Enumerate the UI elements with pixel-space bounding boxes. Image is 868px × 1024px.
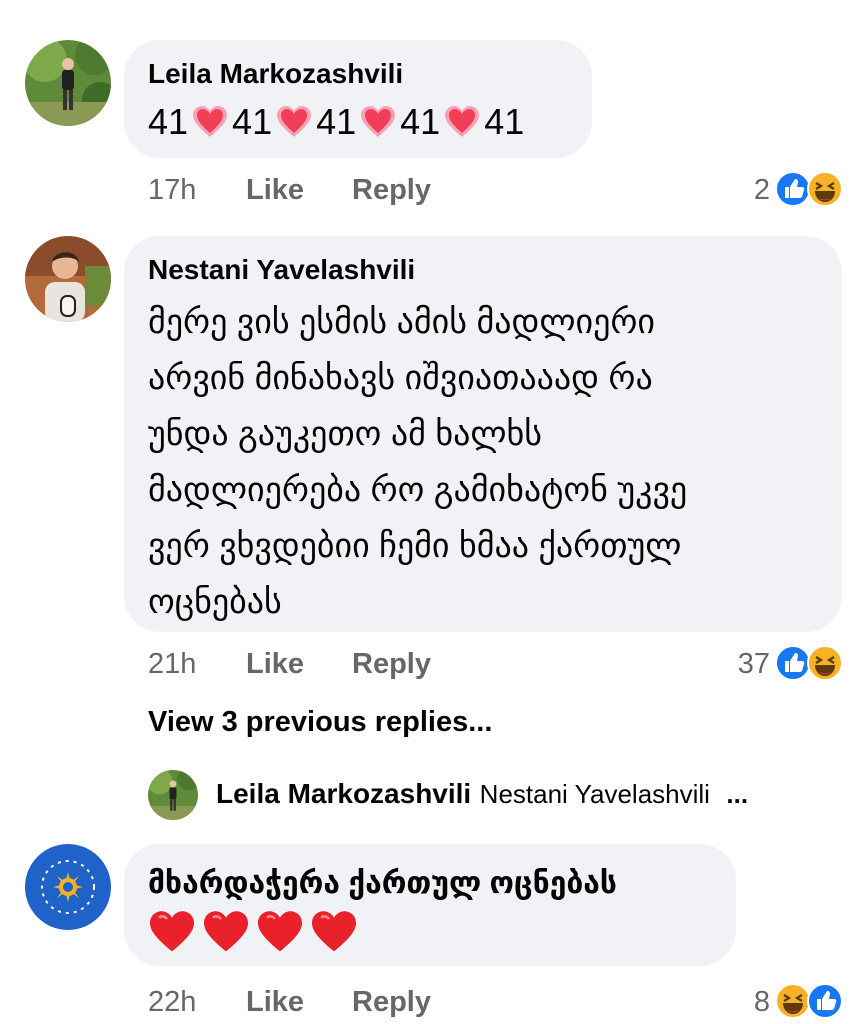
like-icon bbox=[775, 171, 811, 207]
reply-button[interactable]: Reply bbox=[352, 648, 431, 681]
comment-text: 41 41 41 41 41 bbox=[148, 94, 524, 150]
like-icon bbox=[807, 983, 843, 1019]
reply-ellipsis: ... bbox=[726, 779, 749, 809]
comment-text: მხარდაჭერა ქართულ ოცნებას bbox=[148, 867, 617, 900]
reply-author[interactable]: Leila Markozashvili bbox=[216, 778, 471, 809]
comment-author[interactable]: Nestani Yavelashvili bbox=[148, 254, 415, 286]
reactions-count[interactable]: 8 bbox=[730, 986, 770, 1019]
text-segment: 41 bbox=[148, 101, 189, 142]
reply-preview[interactable]: Leila Markozashvili Nestani Yavelashvili… bbox=[216, 778, 748, 810]
avatar-georgian-dream[interactable] bbox=[25, 844, 111, 930]
heart-icon bbox=[204, 911, 248, 952]
avatar-leila-small[interactable] bbox=[148, 770, 198, 820]
like-icon bbox=[775, 645, 811, 681]
reply-mention[interactable]: Nestani Yavelashvili bbox=[480, 779, 710, 809]
avatar-leila[interactable] bbox=[25, 40, 111, 126]
reply-button[interactable]: Reply bbox=[352, 986, 431, 1019]
comment-line: უნდა გაუკეთო ამ ხალხს bbox=[148, 415, 543, 453]
heart-emojis bbox=[148, 910, 358, 959]
comment-author[interactable]: Leila Markozashvili bbox=[148, 58, 403, 90]
avatar-nestani-photo bbox=[25, 236, 111, 322]
reply-button[interactable]: Reply bbox=[352, 174, 431, 207]
heart-icon bbox=[445, 106, 480, 137]
text-segment: 41 bbox=[400, 101, 441, 142]
heart-icon bbox=[258, 911, 302, 952]
like-button[interactable]: Like bbox=[246, 986, 304, 1019]
comment-line: არვინ მინახავს იშვიათააად რა bbox=[148, 359, 653, 397]
view-previous-replies-link[interactable]: View 3 previous replies... bbox=[148, 706, 492, 739]
comment-time[interactable]: 17h bbox=[148, 174, 196, 207]
comment-time[interactable]: 22h bbox=[148, 986, 196, 1019]
reactions-icons[interactable] bbox=[774, 644, 846, 682]
reactions-icons[interactable] bbox=[774, 982, 846, 1020]
heart-icon bbox=[277, 106, 312, 137]
text-segment: 41 bbox=[484, 101, 525, 142]
reactions-count[interactable]: 2 bbox=[720, 174, 770, 207]
avatar-leila-small-photo bbox=[148, 770, 198, 820]
comment-time[interactable]: 21h bbox=[148, 648, 196, 681]
heart-icon bbox=[361, 106, 396, 137]
comment-line: მადლიერება რო გამიხატონ უკვე bbox=[148, 471, 688, 509]
avatar-leila-photo bbox=[25, 40, 111, 126]
comment-line: ოცნებას bbox=[148, 583, 282, 621]
text-segment: 41 bbox=[316, 101, 357, 142]
haha-icon bbox=[775, 983, 811, 1019]
haha-icon bbox=[807, 171, 843, 207]
text-segment: 41 bbox=[232, 101, 273, 142]
haha-icon bbox=[807, 645, 843, 681]
like-button[interactable]: Like bbox=[246, 648, 304, 681]
comment-line: მერე ვის ესმის ამის მადლიერი bbox=[148, 303, 656, 341]
georgian-dream-logo-icon bbox=[25, 844, 111, 930]
heart-icon bbox=[193, 106, 228, 137]
reactions-icons[interactable] bbox=[774, 170, 846, 208]
reactions-count[interactable]: 37 bbox=[710, 648, 770, 681]
like-button[interactable]: Like bbox=[246, 174, 304, 207]
heart-icon bbox=[312, 911, 356, 952]
comment-line: ვერ ვხვდებიი ჩემი ხმაა ქართულ bbox=[148, 527, 682, 565]
avatar-nestani[interactable] bbox=[25, 236, 111, 322]
heart-icon bbox=[150, 911, 194, 952]
